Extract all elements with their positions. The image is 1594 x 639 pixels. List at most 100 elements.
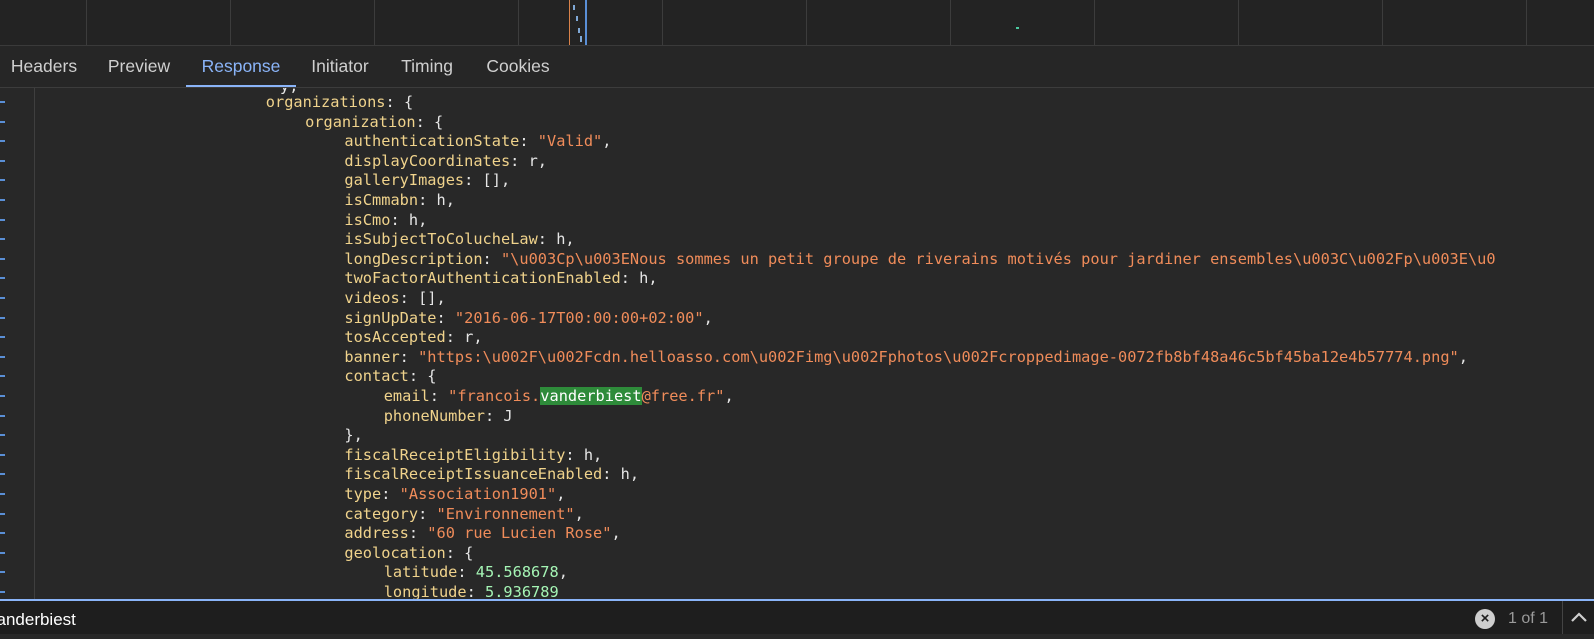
code-line: banner: "https:\u002F\u002Fcdn.helloasso…: [344, 347, 1468, 367]
code-gutter: [0, 88, 35, 608]
json-punctuation: : h,: [602, 465, 640, 484]
json-punctuation: : h,: [565, 445, 603, 464]
match-count: 1 of 1: [1508, 610, 1549, 627]
timeline-grid-line: [950, 0, 951, 45]
code-line: phoneNumber: J: [384, 406, 513, 426]
json-punctuation: : h,: [418, 191, 455, 209]
json-key: fiscalReceiptIssuanceEnabled: [344, 465, 603, 484]
clear-search-button[interactable]: ×: [1475, 609, 1495, 629]
json-punctuation: ,: [556, 485, 566, 503]
response-code-view[interactable]: y, organizations: {organization: {authen…: [40, 88, 1594, 608]
code-line: twoFactorAuthenticationEnabled: h,: [344, 268, 657, 288]
json-key: displayCoordinates: [344, 151, 511, 170]
timeline-dom-loaded-marker: [569, 0, 570, 45]
code-line: isCmo: h,: [344, 210, 427, 230]
json-punctuation: ,: [1458, 347, 1468, 366]
json-punctuation: :: [381, 485, 400, 503]
json-key: email: [383, 387, 430, 405]
code-line: longDescription: "\u003Cp\u003ENous somm…: [344, 249, 1495, 269]
gutter-line-marker: [0, 571, 5, 574]
json-key: isCmmabn: [344, 191, 419, 209]
timeline-grid-line: [374, 0, 375, 45]
timeline-grid-line: [806, 0, 807, 45]
json-key: tosAccepted: [344, 328, 446, 347]
json-punctuation: : {: [408, 367, 437, 386]
tab-cookies[interactable]: Cookies: [476, 46, 560, 87]
code-line: category: "Environnement",: [344, 504, 583, 524]
json-string: "\u003Cp\u003ENous sommes un petit group…: [500, 249, 1496, 268]
json-punctuation: : {: [385, 93, 414, 111]
json-key: address: [344, 524, 409, 543]
gutter-line-marker: [0, 512, 5, 515]
timeline-grid-line: [1094, 0, 1095, 45]
tab-response-label: Response: [201, 56, 281, 76]
code-line: signUpDate: "2016-06-17T00:00:00+02:00",: [344, 308, 712, 328]
timeline-request-bar: [573, 5, 575, 10]
json-key: geolocation: [344, 543, 446, 562]
tab-response[interactable]: Response: [186, 46, 296, 87]
code-line: email: "francois.vanderbiest@free.fr",: [384, 386, 734, 406]
gutter-line-marker: [0, 199, 5, 201]
search-match-highlight: vanderbiest: [540, 387, 642, 405]
timeline-grid-line: [518, 0, 519, 45]
json-punctuation: :: [519, 132, 538, 151]
json-punctuation: : r,: [445, 328, 483, 347]
tab-headers[interactable]: Headers: [0, 46, 88, 87]
timeline-grid-line: [230, 0, 231, 45]
json-number: 45.568678: [475, 563, 559, 582]
json-key: banner: [344, 347, 400, 366]
code-line: isSubjectToColucheLaw: h,: [344, 229, 574, 249]
json-key: fiscalReceiptEligibility: [344, 445, 566, 464]
json-punctuation: ,: [602, 132, 612, 151]
timeline-request-bar: [578, 28, 580, 33]
code-line: },: [344, 425, 362, 445]
gutter-line-marker: [0, 159, 5, 162]
previous-match-button[interactable]: [1562, 601, 1594, 634]
json-string: "60 rue Lucien Rose": [427, 524, 612, 543]
tab-initiator[interactable]: Initiator: [300, 46, 380, 87]
gutter-line-marker: [0, 355, 5, 358]
json-punctuation: ,: [574, 504, 584, 523]
gutter-line-marker: [0, 414, 5, 417]
active-tab-indicator: [186, 85, 296, 87]
gutter-line-marker: [0, 473, 5, 476]
timeline-request-bar: [576, 16, 578, 21]
response-tab-bar: Headers Preview Response Initiator Timin…: [0, 46, 1594, 88]
json-key: contact: [344, 367, 409, 386]
chevron-up-icon: [1571, 612, 1587, 622]
json-punctuation: :: [408, 524, 428, 543]
code-line: displayCoordinates: r,: [344, 151, 547, 171]
tab-timing[interactable]: Timing: [390, 46, 464, 87]
code-line: fiscalReceiptIssuanceEnabled: h,: [344, 464, 639, 484]
search-bar: × 1 of 1: [0, 599, 1594, 634]
timeline-grid-line: [662, 0, 663, 45]
network-timeline-overview[interactable]: [0, 0, 1594, 46]
search-input[interactable]: [0, 607, 420, 633]
json-punctuation: :: [418, 504, 437, 523]
json-punctuation: : h,: [537, 230, 575, 249]
json-punctuation: ,: [558, 563, 568, 582]
gutter-line-marker: [0, 238, 5, 241]
json-punctuation: : {: [415, 112, 444, 131]
json-string: @free.fr": [641, 387, 725, 405]
gutter-line-marker: [0, 316, 5, 319]
json-punctuation: : h,: [620, 269, 658, 288]
json-punctuation: },: [344, 426, 363, 445]
gutter-line-marker: [0, 453, 5, 456]
code-line: organizations: {: [266, 92, 413, 112]
json-key: isCmo: [344, 210, 391, 229]
json-string: "Valid": [537, 132, 603, 151]
tab-preview[interactable]: Preview: [92, 46, 186, 87]
gutter-line-marker: [0, 434, 5, 437]
gutter-line-marker: [0, 551, 5, 554]
gutter-line-marker: [0, 101, 5, 103]
json-punctuation: : h,: [390, 210, 428, 229]
gutter-line-marker: [0, 395, 5, 397]
gutter-line-marker: [0, 277, 5, 280]
code-line: organization: {: [305, 112, 443, 132]
gutter-line-marker: [0, 336, 5, 339]
json-punctuation: :: [399, 347, 419, 366]
json-key: organizations: [265, 93, 386, 111]
json-key: organization: [305, 112, 416, 131]
code-line: authenticationState: "Valid",: [344, 131, 611, 151]
